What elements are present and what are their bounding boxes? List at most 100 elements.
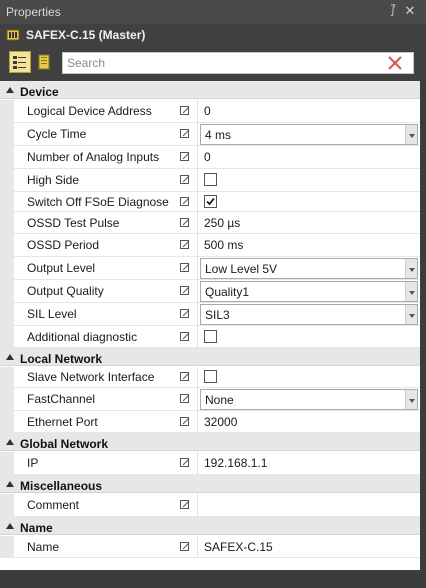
- row-gutter: [0, 303, 14, 325]
- collapse-triangle-icon[interactable]: [6, 523, 14, 529]
- property-edit-icon[interactable]: [180, 196, 190, 207]
- property-edit-icon[interactable]: [180, 500, 190, 510]
- property-checkbox[interactable]: [204, 329, 217, 343]
- dropdown-arrow-icon[interactable]: [405, 390, 417, 409]
- property-row[interactable]: Switch Off FSoE Diagnose: [0, 192, 420, 212]
- property-row[interactable]: Number of Analog Inputs 0: [0, 146, 420, 169]
- property-dropdown[interactable]: 4 ms: [200, 124, 418, 145]
- property-edit-icon[interactable]: [180, 394, 190, 404]
- property-checkbox[interactable]: [204, 194, 217, 208]
- property-value[interactable]: 192.168.1.1: [204, 452, 267, 474]
- pin-icon[interactable]: ⨛: [386, 4, 400, 18]
- collapse-triangle-icon[interactable]: [6, 87, 14, 93]
- property-row[interactable]: Output Quality Quality1: [0, 280, 420, 303]
- property-edit-icon[interactable]: [180, 331, 190, 342]
- collapse-triangle-icon[interactable]: [6, 439, 14, 445]
- column-separator: [197, 452, 198, 474]
- clear-search-icon[interactable]: [387, 55, 403, 71]
- column-separator: [197, 280, 198, 302]
- checkmark-icon: [206, 197, 215, 205]
- property-edit-icon[interactable]: [180, 309, 190, 319]
- dropdown-arrow-icon[interactable]: [405, 282, 417, 301]
- column-separator: [197, 123, 198, 145]
- property-edit-icon[interactable]: [180, 217, 190, 228]
- property-checkbox[interactable]: [204, 173, 217, 186]
- property-edit-icon[interactable]: [180, 263, 190, 273]
- category-miscellaneous[interactable]: Miscellaneous: [0, 475, 420, 493]
- property-pages-button[interactable]: [33, 51, 55, 73]
- dropdown-arrow-icon[interactable]: [405, 259, 417, 278]
- property-dropdown[interactable]: None: [200, 389, 418, 410]
- close-icon[interactable]: ✕: [403, 4, 417, 18]
- property-row[interactable]: Name SAFEX-C.15: [0, 536, 420, 558]
- row-gutter: [0, 452, 14, 474]
- property-edit-icon[interactable]: [180, 416, 190, 427]
- dropdown-value: Low Level 5V: [205, 261, 278, 276]
- search-input[interactable]: [63, 53, 377, 73]
- property-row[interactable]: IP 192.168.1.1: [0, 452, 420, 475]
- dropdown-arrow-icon[interactable]: [405, 125, 417, 144]
- property-label: OSSD Test Pulse: [27, 215, 120, 230]
- property-label: Cycle Time: [27, 127, 87, 141]
- panel-title-bar[interactable]: Properties ⨛ ✕: [0, 0, 426, 24]
- property-row[interactable]: Ethernet Port 32000: [0, 411, 420, 433]
- row-gutter: [0, 234, 14, 256]
- property-checkbox[interactable]: [204, 370, 217, 383]
- category-label: Name: [20, 521, 53, 535]
- property-row[interactable]: Logical Device Address 0: [0, 100, 420, 123]
- property-row[interactable]: FastChannel None: [0, 388, 420, 411]
- property-edit-icon[interactable]: [180, 458, 190, 468]
- property-label: Output Quality: [27, 284, 104, 298]
- dropdown-value: None: [205, 392, 234, 407]
- property-row[interactable]: OSSD Test Pulse 250 µs: [0, 212, 420, 234]
- property-row[interactable]: Output Level Low Level 5V: [0, 257, 420, 280]
- categorized-view-button[interactable]: [9, 51, 31, 73]
- row-gutter: [0, 280, 14, 302]
- property-row[interactable]: Comment: [0, 494, 420, 517]
- property-label: Logical Device Address: [27, 104, 152, 118]
- column-separator: [197, 536, 198, 557]
- category-name[interactable]: Name: [0, 517, 420, 535]
- property-edit-icon[interactable]: [180, 286, 190, 296]
- property-label: Slave Network Interface: [27, 370, 155, 384]
- property-dropdown[interactable]: Quality1: [200, 281, 418, 302]
- category-global-network[interactable]: Global Network: [0, 433, 420, 451]
- property-edit-icon[interactable]: [180, 175, 190, 185]
- row-gutter: [0, 146, 14, 168]
- row-gutter: [0, 536, 14, 557]
- category-label: Device: [20, 85, 59, 99]
- property-row[interactable]: High Side: [0, 169, 420, 192]
- dropdown-arrow-icon[interactable]: [405, 305, 417, 324]
- property-row[interactable]: OSSD Period 500 ms: [0, 234, 420, 257]
- collapse-triangle-icon[interactable]: [6, 481, 14, 487]
- search-box[interactable]: [62, 52, 414, 74]
- property-edit-icon[interactable]: [180, 240, 190, 250]
- property-edit-icon[interactable]: [180, 106, 190, 116]
- property-label: Name: [27, 539, 60, 554]
- property-edit-icon[interactable]: [180, 372, 190, 382]
- property-value[interactable]: SAFEX-C.15: [204, 536, 273, 557]
- property-value[interactable]: 0: [204, 100, 211, 122]
- property-edit-icon[interactable]: [180, 129, 190, 139]
- property-edit-icon[interactable]: [180, 152, 190, 162]
- category-label: Global Network: [20, 437, 109, 451]
- category-local-network[interactable]: Local Network: [0, 348, 420, 366]
- property-row[interactable]: Cycle Time 4 ms: [0, 123, 420, 146]
- row-gutter: [0, 411, 14, 432]
- property-label: SIL Level: [27, 307, 77, 321]
- property-dropdown[interactable]: SIL3: [200, 304, 418, 325]
- property-value[interactable]: 32000: [204, 411, 237, 432]
- column-separator: [197, 212, 198, 233]
- property-row[interactable]: Additional diagnostic: [0, 326, 420, 348]
- property-value[interactable]: 250 µs: [204, 212, 240, 233]
- property-value[interactable]: 500 ms: [204, 234, 243, 256]
- property-value[interactable]: 0: [204, 146, 211, 168]
- category-label: Miscellaneous: [20, 479, 103, 493]
- category-device[interactable]: Device: [0, 81, 420, 99]
- property-dropdown[interactable]: Low Level 5V: [200, 258, 418, 279]
- property-row[interactable]: SIL Level SIL3: [0, 303, 420, 326]
- collapse-triangle-icon[interactable]: [6, 354, 14, 360]
- property-row[interactable]: Slave Network Interface: [0, 367, 420, 388]
- dropdown-value: SIL3: [205, 307, 230, 322]
- property-edit-icon[interactable]: [180, 541, 190, 552]
